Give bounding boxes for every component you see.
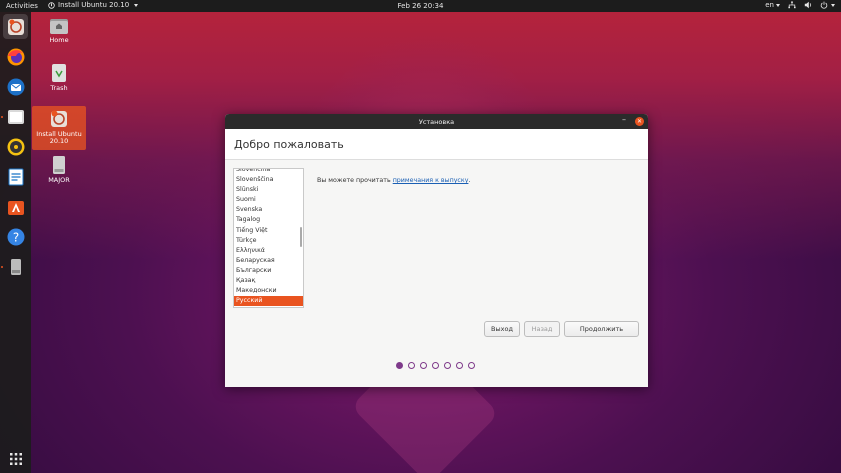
language-option[interactable]: Қазақ <box>234 276 303 286</box>
clock[interactable]: Feb 26 20:34 <box>398 2 444 10</box>
continue-button[interactable]: Продолжить <box>564 321 639 337</box>
chevron-down-icon <box>776 3 780 7</box>
app-menu-label: Install Ubuntu 20.10 <box>58 1 130 9</box>
network-icon[interactable] <box>788 1 796 9</box>
desktop-trash[interactable]: Trash <box>32 63 86 92</box>
language-option[interactable]: Tiếng Việt <box>234 226 303 236</box>
dock-firefox[interactable] <box>3 44 28 69</box>
rhythmbox-icon <box>7 138 24 155</box>
software-center-icon <box>7 200 24 215</box>
step-dot <box>432 362 439 369</box>
chevron-down-icon <box>831 3 835 7</box>
home-folder-icon <box>50 19 68 34</box>
language-option[interactable]: Svenska <box>234 205 303 215</box>
show-applications-button[interactable] <box>3 446 28 471</box>
libreoffice-writer-icon <box>8 168 23 185</box>
minimize-button[interactable]: – <box>620 116 628 125</box>
desktop-icon-label: MAJOR <box>48 176 70 184</box>
dock: ? <box>0 12 31 473</box>
language-list[interactable]: Slovenčina Slovenščina Slūnski Suomi Svenska… <box>233 168 304 308</box>
window-title: Установка <box>418 117 455 126</box>
language-option[interactable]: Беларуская <box>234 256 303 266</box>
drive-icon <box>53 156 65 174</box>
language-option[interactable]: Македонски <box>234 286 303 296</box>
window-titlebar[interactable]: Установка – ✕ <box>225 114 648 129</box>
desktop-icon-label: Home <box>49 36 69 44</box>
activities-button[interactable]: Activities <box>6 2 38 10</box>
desktop-home[interactable]: Home <box>32 17 86 44</box>
step-dot <box>408 362 415 369</box>
thunderbird-icon <box>7 78 24 95</box>
step-dot <box>444 362 451 369</box>
dock-drive[interactable] <box>3 254 28 279</box>
trash-icon <box>52 64 66 82</box>
desktop-icon-label: Trash <box>50 84 68 92</box>
page-title: Добро пожаловать <box>225 129 648 160</box>
dock-software[interactable] <box>3 194 28 219</box>
release-notes-prefix: Вы можете прочитать <box>317 177 393 184</box>
release-notes-link[interactable]: примечания к выпуску <box>393 177 469 184</box>
step-dot <box>456 362 463 369</box>
drive-icon <box>10 258 21 275</box>
release-notes-suffix: . <box>468 177 471 184</box>
dock-help[interactable]: ? <box>3 224 28 249</box>
language-option[interactable]: Ελληνικά <box>234 246 303 256</box>
volume-icon[interactable] <box>804 1 812 9</box>
app-grid-icon <box>9 452 22 465</box>
installer-icon <box>7 18 24 35</box>
language-option[interactable]: Suomi <box>234 195 303 205</box>
language-option[interactable]: Български <box>234 266 303 276</box>
quit-button[interactable]: Выход <box>484 321 520 337</box>
files-icon <box>7 109 24 124</box>
desktop-install-ubuntu[interactable]: Install Ubuntu 20.10 <box>32 106 86 150</box>
close-button[interactable]: ✕ <box>635 117 644 126</box>
input-language-indicator[interactable]: en <box>765 1 780 9</box>
language-option[interactable]: Tagalog <box>234 215 303 225</box>
dock-files[interactable] <box>3 104 28 129</box>
language-option[interactable]: Русский <box>234 296 303 307</box>
system-tray: en <box>765 1 835 9</box>
svg-text:?: ? <box>12 230 18 244</box>
help-icon: ? <box>7 228 24 245</box>
installer-app-icon <box>48 1 55 9</box>
language-option[interactable]: Türkçe <box>234 236 303 246</box>
step-dot <box>420 362 427 369</box>
dock-writer[interactable] <box>3 164 28 189</box>
step-indicator <box>396 362 475 369</box>
language-list-scrollbar[interactable] <box>300 227 302 247</box>
chevron-down-icon <box>134 3 139 7</box>
language-option[interactable]: Slūnski <box>234 185 303 195</box>
release-notes-text: Вы можете прочитать примечания к выпуску… <box>317 177 470 184</box>
dock-installer[interactable] <box>3 14 28 39</box>
input-language-label: en <box>765 1 774 9</box>
step-dot <box>468 362 475 369</box>
app-menu[interactable]: Install Ubuntu 20.10 <box>48 1 139 9</box>
firefox-icon <box>7 48 24 65</box>
language-option[interactable]: Slovenščina <box>234 175 303 185</box>
dock-thunderbird[interactable] <box>3 74 28 99</box>
desktop-major-drive[interactable]: MAJOR <box>32 155 86 184</box>
back-button[interactable]: Назад <box>524 321 560 337</box>
power-icon[interactable] <box>820 1 828 9</box>
desktop-icon-label: Install Ubuntu 20.10 <box>36 130 82 145</box>
dock-rhythmbox[interactable] <box>3 134 28 159</box>
installer-icon <box>51 110 67 127</box>
top-bar: Activities Install Ubuntu 20.10 Feb 26 2… <box>0 0 841 12</box>
language-option[interactable]: Slovenčina <box>234 169 303 175</box>
step-dot <box>396 362 403 369</box>
